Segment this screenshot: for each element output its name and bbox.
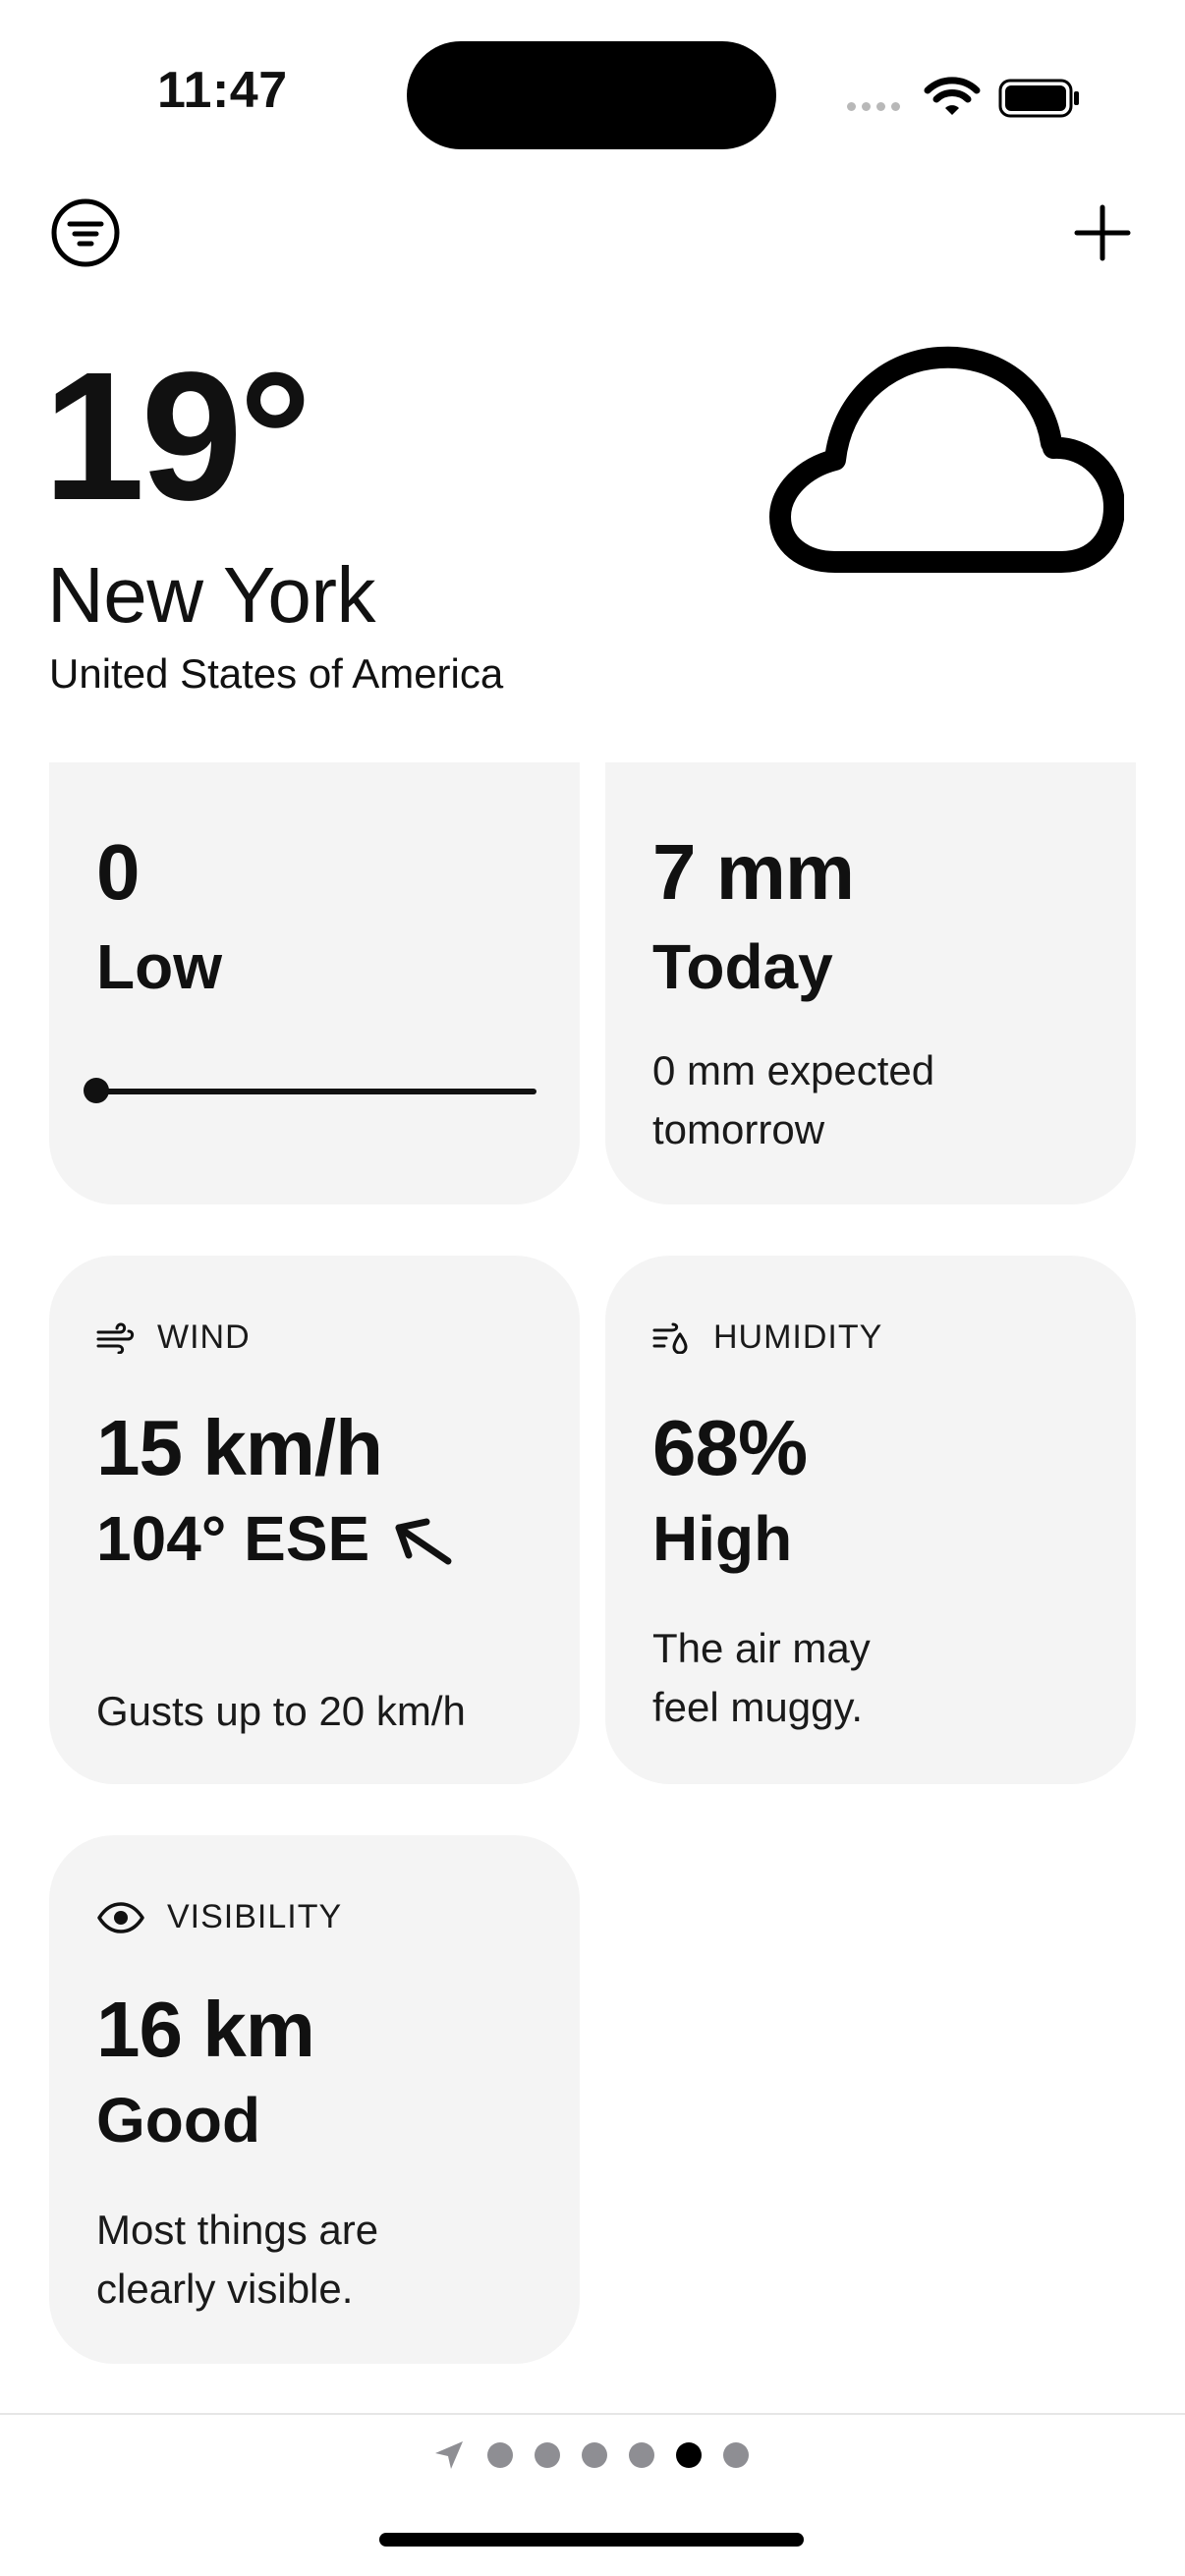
humidity-value: 68%	[652, 1404, 808, 1491]
visibility-label: VISIBILITY	[167, 1898, 343, 1935]
humidity-icon	[652, 1322, 688, 1354]
battery-icon	[998, 79, 1079, 118]
precipitation-period: Today	[652, 931, 833, 1002]
wind-gusts: Gusts up to 20 km/h	[96, 1688, 466, 1734]
wind-direction-arrow-icon	[395, 1518, 452, 1565]
humidity-card[interactable]: HUMIDITY 68% High The air may feel muggy…	[605, 1256, 1136, 1784]
page-dot[interactable]	[582, 2442, 607, 2468]
home-indicator[interactable]	[379, 2533, 804, 2547]
precipitation-card[interactable]: 7 mm Today 0 mm expected tomorrow	[605, 762, 1136, 1204]
page-indicator[interactable]	[432, 2438, 749, 2472]
page-dot[interactable]	[676, 2442, 702, 2468]
cloud-icon	[769, 346, 1124, 573]
wind-speed: 15 km/h	[96, 1404, 383, 1491]
visibility-level: Good	[96, 2085, 261, 2156]
uv-scale-track	[96, 1089, 536, 1094]
location-arrow-icon[interactable]	[432, 2438, 466, 2472]
wind-label: WIND	[157, 1318, 251, 1356]
wind-icon	[96, 1321, 135, 1354]
add-location-button[interactable]	[1071, 201, 1134, 264]
wind-direction: 104° ESE	[96, 1503, 370, 1574]
city-name: New York	[47, 551, 375, 639]
current-temperature: 19°	[43, 335, 311, 538]
visibility-card[interactable]: VISIBILITY 16 km Good Most things are cl…	[49, 1835, 580, 2364]
page-dot[interactable]	[723, 2442, 749, 2468]
uv-index-card[interactable]: 0 Low	[49, 762, 580, 1204]
eye-icon	[97, 1901, 144, 1933]
humidity-level: High	[652, 1503, 793, 1574]
dynamic-island	[407, 41, 776, 149]
bottom-divider	[0, 2413, 1185, 2415]
humidity-label: HUMIDITY	[713, 1318, 883, 1356]
precipitation-value: 7 mm	[652, 828, 855, 916]
uv-scale-indicator	[84, 1078, 109, 1103]
status-time: 11:47	[157, 62, 288, 119]
wifi-icon	[924, 77, 981, 115]
precipitation-note: 0 mm expected tomorrow	[652, 1047, 935, 1152]
page-dot[interactable]	[629, 2442, 654, 2468]
wind-direction-row: 104° ESE	[96, 1507, 454, 1571]
visibility-note: Most things are clearly visible.	[96, 2207, 379, 2312]
uv-level: Low	[96, 931, 222, 1002]
page-dot[interactable]	[487, 2442, 513, 2468]
humidity-note: The air may feel muggy.	[652, 1625, 871, 1730]
visibility-value: 16 km	[96, 1986, 315, 2073]
cellular-signal-icon	[847, 102, 900, 111]
wind-card[interactable]: WIND 15 km/h 104° ESE Gusts up to 20 km/…	[49, 1256, 580, 1784]
filter-menu-button[interactable]	[49, 196, 122, 269]
uv-value: 0	[96, 828, 140, 916]
page-dot[interactable]	[535, 2442, 560, 2468]
country-name: United States of America	[49, 650, 504, 697]
